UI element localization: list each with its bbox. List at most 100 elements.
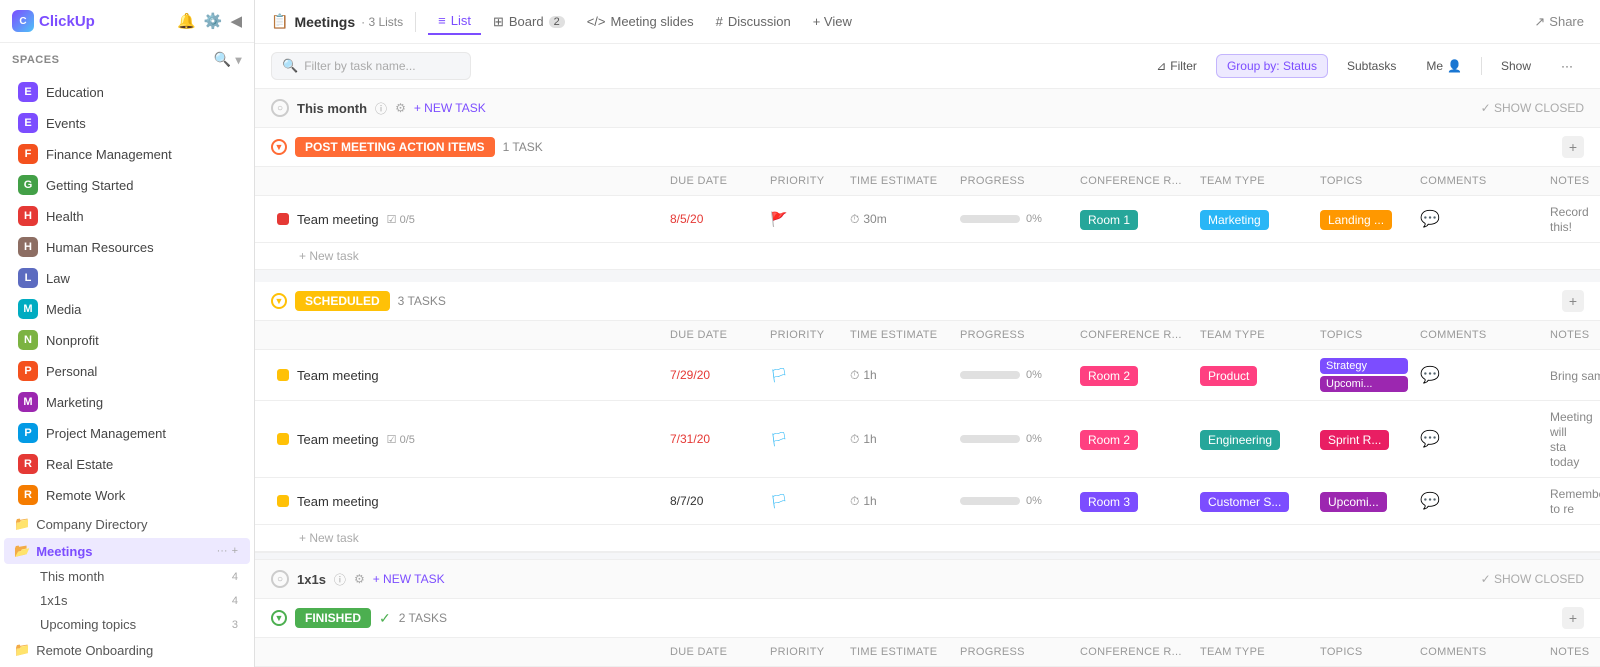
share-button[interactable]: ↗ Share — [1534, 14, 1584, 30]
show-button[interactable]: Show — [1490, 54, 1542, 78]
subtasks-button[interactable]: Subtasks — [1336, 54, 1407, 78]
col-conf-1x1: CONFERENCE R... — [1074, 642, 1194, 662]
rw-icon: R — [18, 485, 38, 505]
comments-cell: 💬 — [1414, 485, 1544, 517]
task-name[interactable]: Team meeting — [297, 432, 379, 447]
tab-board[interactable]: ⊞ Board 2 — [483, 9, 575, 35]
spaces-chevron-icon[interactable]: ▾ — [235, 53, 242, 67]
tab-meeting-slides[interactable]: </> Meeting slides — [577, 9, 704, 34]
sidebar-item-education[interactable]: E Education — [4, 77, 250, 107]
sidebar-item-personal[interactable]: P Personal — [4, 356, 250, 386]
scheduled-toggle[interactable]: ▼ — [271, 293, 287, 309]
status-dot-yellow — [277, 369, 289, 381]
team-type-cell: Customer S... — [1194, 488, 1314, 515]
sidebar-item-human-resources[interactable]: H Human Resources — [4, 232, 250, 262]
comment-icon[interactable]: 💬 — [1420, 431, 1440, 448]
time-icon: ⏱ — [850, 368, 859, 383]
comment-icon[interactable]: 💬 — [1420, 493, 1440, 510]
sidebar-item-real-estate[interactable]: R Real Estate — [4, 449, 250, 479]
filter-button[interactable]: ⊿ Filter — [1145, 54, 1208, 78]
spaces-header: SPACES 🔍 ▾ — [0, 43, 254, 76]
post-meeting-toggle[interactable]: ▼ — [271, 139, 287, 155]
comment-icon[interactable]: 💬 — [1420, 367, 1440, 384]
1x1s-toggle[interactable]: ○ — [271, 570, 289, 588]
col-comments-1x1: COMMENTS — [1414, 642, 1544, 662]
bell-icon[interactable]: 🔔 — [177, 12, 196, 30]
share-label: Share — [1549, 14, 1584, 29]
1x1s-new-task[interactable]: + NEW TASK — [373, 572, 445, 586]
col-time-1x1: TIME ESTIMATE — [844, 642, 954, 662]
sidebar-item-nonprofit[interactable]: N Nonprofit — [4, 325, 250, 355]
col-team-1x1: TEAM TYPE — [1194, 642, 1314, 662]
progress-cell: 0% — [954, 363, 1074, 387]
topic-tag: Landing ... — [1320, 210, 1392, 230]
this-month-info-icon[interactable]: ⓘ — [375, 100, 387, 117]
add-view-label: + View — [813, 14, 852, 29]
remote-onboarding-label: Remote Onboarding — [36, 643, 153, 658]
task-name[interactable]: Team meeting — [297, 494, 379, 509]
this-month-show-closed[interactable]: ✓ SHOW CLOSED — [1481, 101, 1584, 115]
sidebar-item-getting-started[interactable]: G Getting Started — [4, 170, 250, 200]
meetings-more-icon[interactable]: ··· — [217, 545, 228, 557]
folder-company-directory[interactable]: 📁 Company Directory — [4, 511, 250, 537]
tab-list[interactable]: ≡ List — [428, 8, 481, 35]
finished-check-icon: ✓ — [379, 610, 391, 627]
add-view-button[interactable]: + View — [803, 9, 862, 34]
time-cell: ⏱ 1h — [844, 488, 954, 515]
subitem-this-month[interactable]: This month 4 — [4, 565, 250, 588]
1x1s-show-closed[interactable]: ✓ SHOW CLOSED — [1481, 572, 1584, 586]
sidebar-item-remote-work[interactable]: R Remote Work — [4, 480, 250, 510]
1x1s-info-icon[interactable]: ⓘ — [334, 571, 346, 588]
collapse-icon[interactable]: ◀ — [230, 12, 242, 30]
sidebar-item-events[interactable]: E Events — [4, 108, 250, 138]
notes-cell: Remember to re — [1544, 480, 1584, 522]
post-meeting-new-task[interactable]: + New task — [255, 243, 1600, 270]
sidebar-item-marketing[interactable]: M Marketing — [4, 387, 250, 417]
task-name[interactable]: Team meeting — [297, 368, 379, 383]
meetings-add-icon[interactable]: + — [232, 545, 238, 557]
sidebar-item-project-management[interactable]: P Project Management — [4, 418, 250, 448]
progress-bar — [960, 497, 1020, 505]
1x1s-settings-icon[interactable]: ⚙ — [354, 572, 365, 586]
this-month-new-task[interactable]: + NEW TASK — [414, 101, 486, 115]
notes-cell: Bring samples t — [1544, 362, 1584, 389]
progress-pct: 0% — [1026, 213, 1042, 225]
me-button[interactable]: Me 👤 — [1415, 54, 1473, 78]
progress-bar — [960, 371, 1020, 379]
search-box[interactable]: 🔍 Filter by task name... — [271, 52, 471, 80]
scheduled-new-task[interactable]: + New task — [255, 525, 1600, 552]
this-month-toggle[interactable]: ○ — [271, 99, 289, 117]
folder-meetings[interactable]: 📂 Meetings ··· + — [4, 538, 250, 564]
breadcrumb-icon: 📋 — [271, 13, 288, 30]
group-by-button[interactable]: Group by: Status — [1216, 54, 1328, 78]
sidebar-search-icon[interactable]: 🔍 — [214, 51, 232, 68]
sidebar-item-finance[interactable]: F Finance Management — [4, 139, 250, 169]
finished-toggle[interactable]: ▼ — [271, 610, 287, 626]
table-row: Team meeting 7/29/20 🏳 ⏱ 1h 0% Room 2 — [255, 350, 1600, 401]
comment-icon[interactable]: 💬 — [1420, 211, 1440, 228]
due-date-cell: 8/5/20 — [664, 206, 764, 232]
sidebar-item-health[interactable]: H Health — [4, 201, 250, 231]
task-name[interactable]: Team meeting — [297, 212, 379, 227]
time-value: 1h — [863, 368, 876, 382]
sidebar-item-law[interactable]: L Law — [4, 263, 250, 293]
progress-cell: 0% — [954, 427, 1074, 451]
finished-label: FINISHED — [295, 608, 371, 628]
more-button[interactable]: ··· — [1550, 54, 1584, 78]
this-month-settings-icon[interactable]: ⚙ — [395, 101, 406, 115]
tab-discussion[interactable]: # Discussion — [706, 9, 801, 34]
folder-remote-onboarding[interactable]: 📁 Remote Onboarding — [4, 637, 250, 663]
priority-flag-icon: 🚩 — [770, 211, 787, 227]
add-column-scheduled[interactable]: + — [1562, 290, 1584, 312]
marketing-label: Marketing — [46, 395, 103, 410]
add-column-finished[interactable]: + — [1562, 607, 1584, 629]
task-name-cell: Team meeting ☑ 0/5 — [271, 206, 664, 233]
subitem-upcoming-topics[interactable]: Upcoming topics 3 — [4, 613, 250, 636]
subitem-1x1s[interactable]: 1x1s 4 — [4, 589, 250, 612]
sidebar-item-media[interactable]: M Media — [4, 294, 250, 324]
column-headers-pm: DUE DATE PRIORITY TIME ESTIMATE PROGRESS… — [255, 167, 1600, 196]
gear-icon[interactable]: ⚙️ — [204, 12, 223, 30]
add-column-button[interactable]: + — [1562, 136, 1584, 158]
logo[interactable]: C ClickUp — [12, 10, 95, 32]
tab-slides-label: Meeting slides — [611, 14, 694, 29]
